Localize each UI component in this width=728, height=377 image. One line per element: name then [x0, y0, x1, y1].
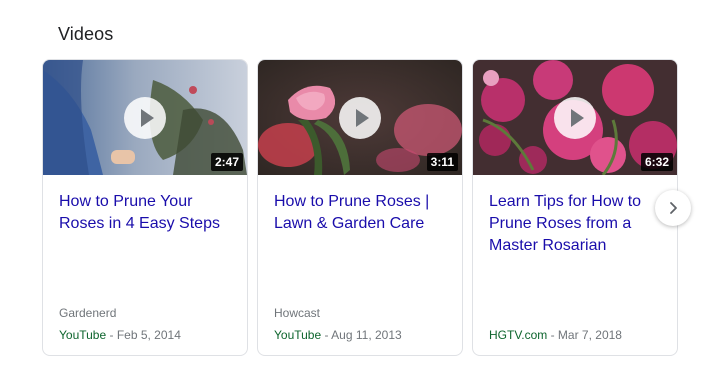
videos-section: Videos 2:47 How to Prune Your Roses in 4…: [0, 0, 728, 377]
video-meta: YouTube - Feb 5, 2014: [59, 328, 181, 342]
carousel-next-button[interactable]: [655, 190, 691, 226]
video-channel: Howcast: [274, 306, 321, 320]
play-button[interactable]: [124, 96, 166, 139]
meta-separator: -: [321, 328, 332, 342]
video-duration: 6:32: [640, 153, 673, 171]
video-meta: HGTV.com - Mar 7, 2018: [489, 328, 622, 342]
video-card[interactable]: 2:47 How to Prune Your Roses in 4 Easy S…: [42, 59, 248, 356]
meta-separator: -: [106, 328, 117, 342]
chevron-right-icon: [670, 202, 677, 214]
video-title-link[interactable]: How to Prune Your Roses in 4 Easy Steps: [59, 191, 235, 235]
video-date: Feb 5, 2014: [116, 328, 181, 342]
video-channel: Gardenerd: [59, 306, 117, 320]
play-button[interactable]: [554, 96, 596, 139]
video-thumbnail[interactable]: 6:32: [473, 60, 677, 175]
video-carousel: 2:47 How to Prune Your Roses in 4 Easy S…: [42, 59, 678, 356]
video-source: YouTube: [59, 328, 107, 342]
video-source: HGTV.com: [489, 328, 548, 342]
video-thumbnail[interactable]: 2:47: [43, 60, 247, 175]
video-card[interactable]: 6:32 Learn Tips for How to Prune Roses f…: [472, 59, 678, 356]
play-icon: [140, 108, 154, 127]
video-title-link[interactable]: How to Prune Roses | Lawn & Garden Care: [274, 191, 450, 235]
section-title: Videos: [58, 24, 114, 44]
video-thumbnail[interactable]: 3:11: [258, 60, 462, 175]
play-button[interactable]: [339, 96, 381, 139]
play-icon: [355, 108, 369, 127]
video-title-link[interactable]: Learn Tips for How to Prune Roses from a…: [489, 191, 665, 257]
video-duration: 3:11: [426, 153, 458, 171]
play-icon: [570, 108, 584, 127]
video-card[interactable]: 3:11 How to Prune Roses | Lawn & Garden …: [257, 59, 463, 356]
video-meta: YouTube - Aug 11, 2013: [274, 328, 402, 342]
meta-separator: -: [547, 328, 558, 342]
video-duration: 2:47: [210, 153, 243, 171]
video-date: Aug 11, 2013: [331, 328, 402, 342]
video-source: YouTube: [274, 328, 322, 342]
video-date: Mar 7, 2018: [557, 328, 622, 342]
